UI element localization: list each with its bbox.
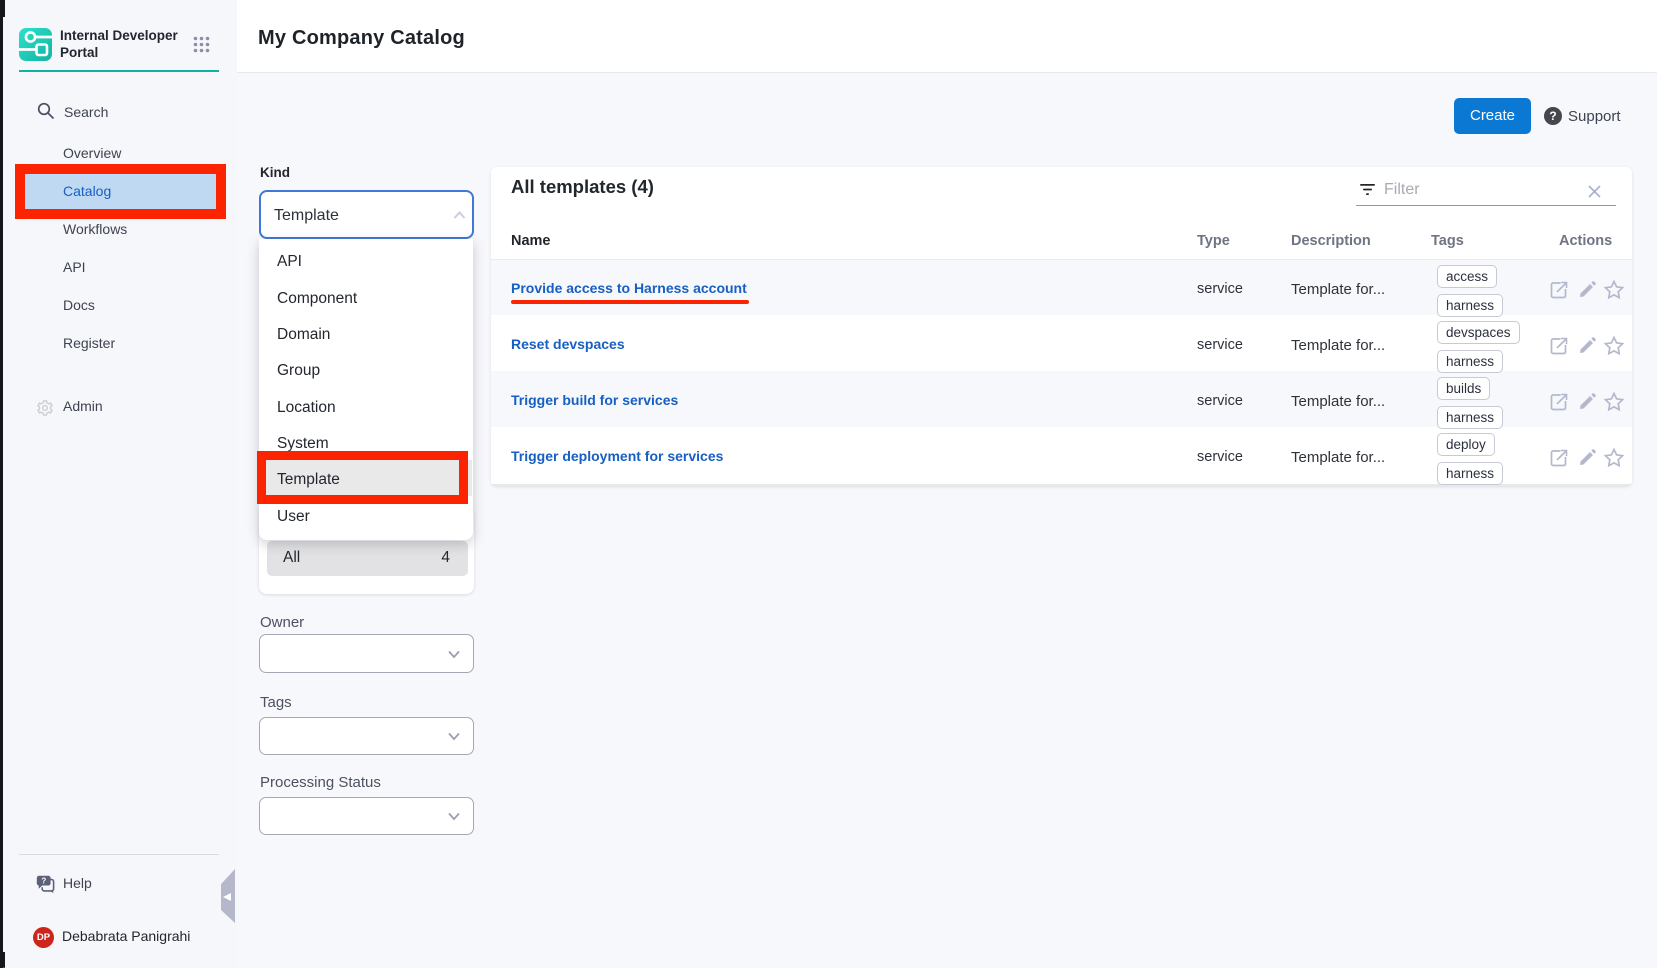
svg-text:?: ?	[41, 877, 46, 886]
